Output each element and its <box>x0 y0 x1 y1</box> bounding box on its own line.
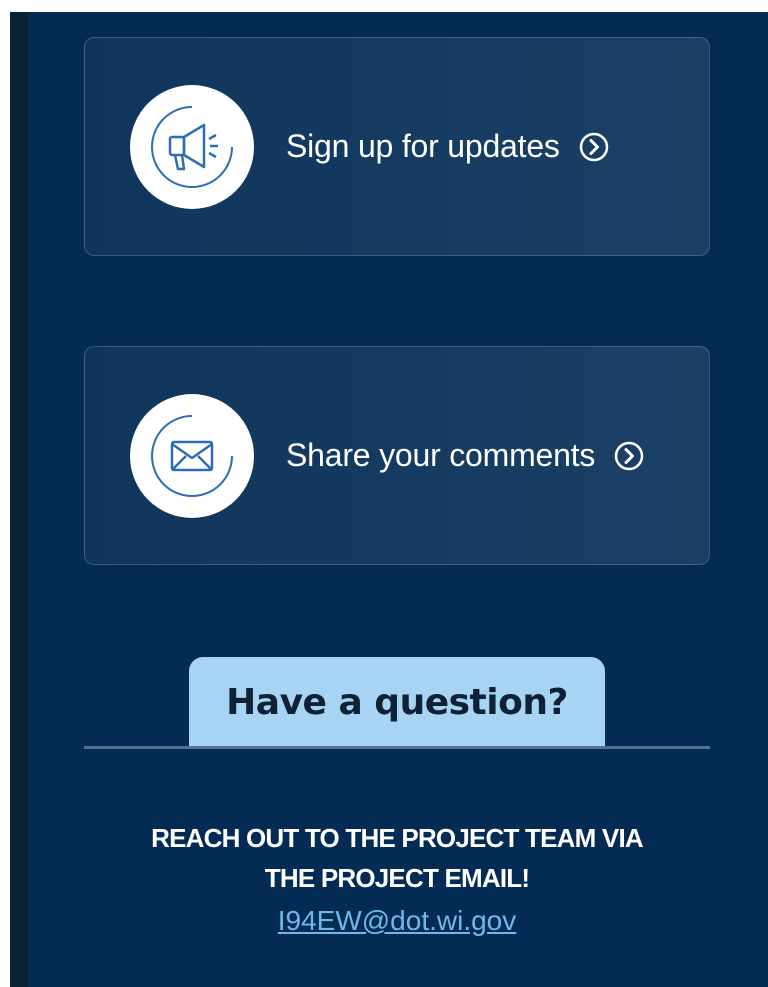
have-a-question-tab: Have a question? <box>189 657 605 748</box>
sign-up-updates-card[interactable]: Sign up for updates <box>84 37 710 256</box>
megaphone-icon <box>130 85 254 209</box>
have-a-question-heading: Have a question? <box>226 682 568 723</box>
page-frame: Sign up for updates Share your comments … <box>10 12 768 987</box>
project-email-link[interactable]: I94EW@dot.wi.gov <box>84 905 710 937</box>
sign-up-updates-label[interactable]: Sign up for updates <box>286 128 560 165</box>
main-content: Sign up for updates Share your comments … <box>28 12 768 987</box>
contact-instructions: REACH OUT TO THE PROJECT TEAM VIA THE PR… <box>84 818 710 898</box>
left-rail <box>10 12 28 987</box>
chevron-right-circle-icon <box>613 440 645 472</box>
share-comments-card[interactable]: Share your comments <box>84 346 710 565</box>
contact-line-1: REACH OUT TO THE PROJECT TEAM VIA <box>151 823 644 853</box>
share-comments-label[interactable]: Share your comments <box>286 437 595 474</box>
envelope-icon <box>130 394 254 518</box>
chevron-right-circle-icon <box>578 131 610 163</box>
contact-line-2: THE PROJECT EMAIL! <box>264 863 530 893</box>
section-divider <box>84 746 710 749</box>
